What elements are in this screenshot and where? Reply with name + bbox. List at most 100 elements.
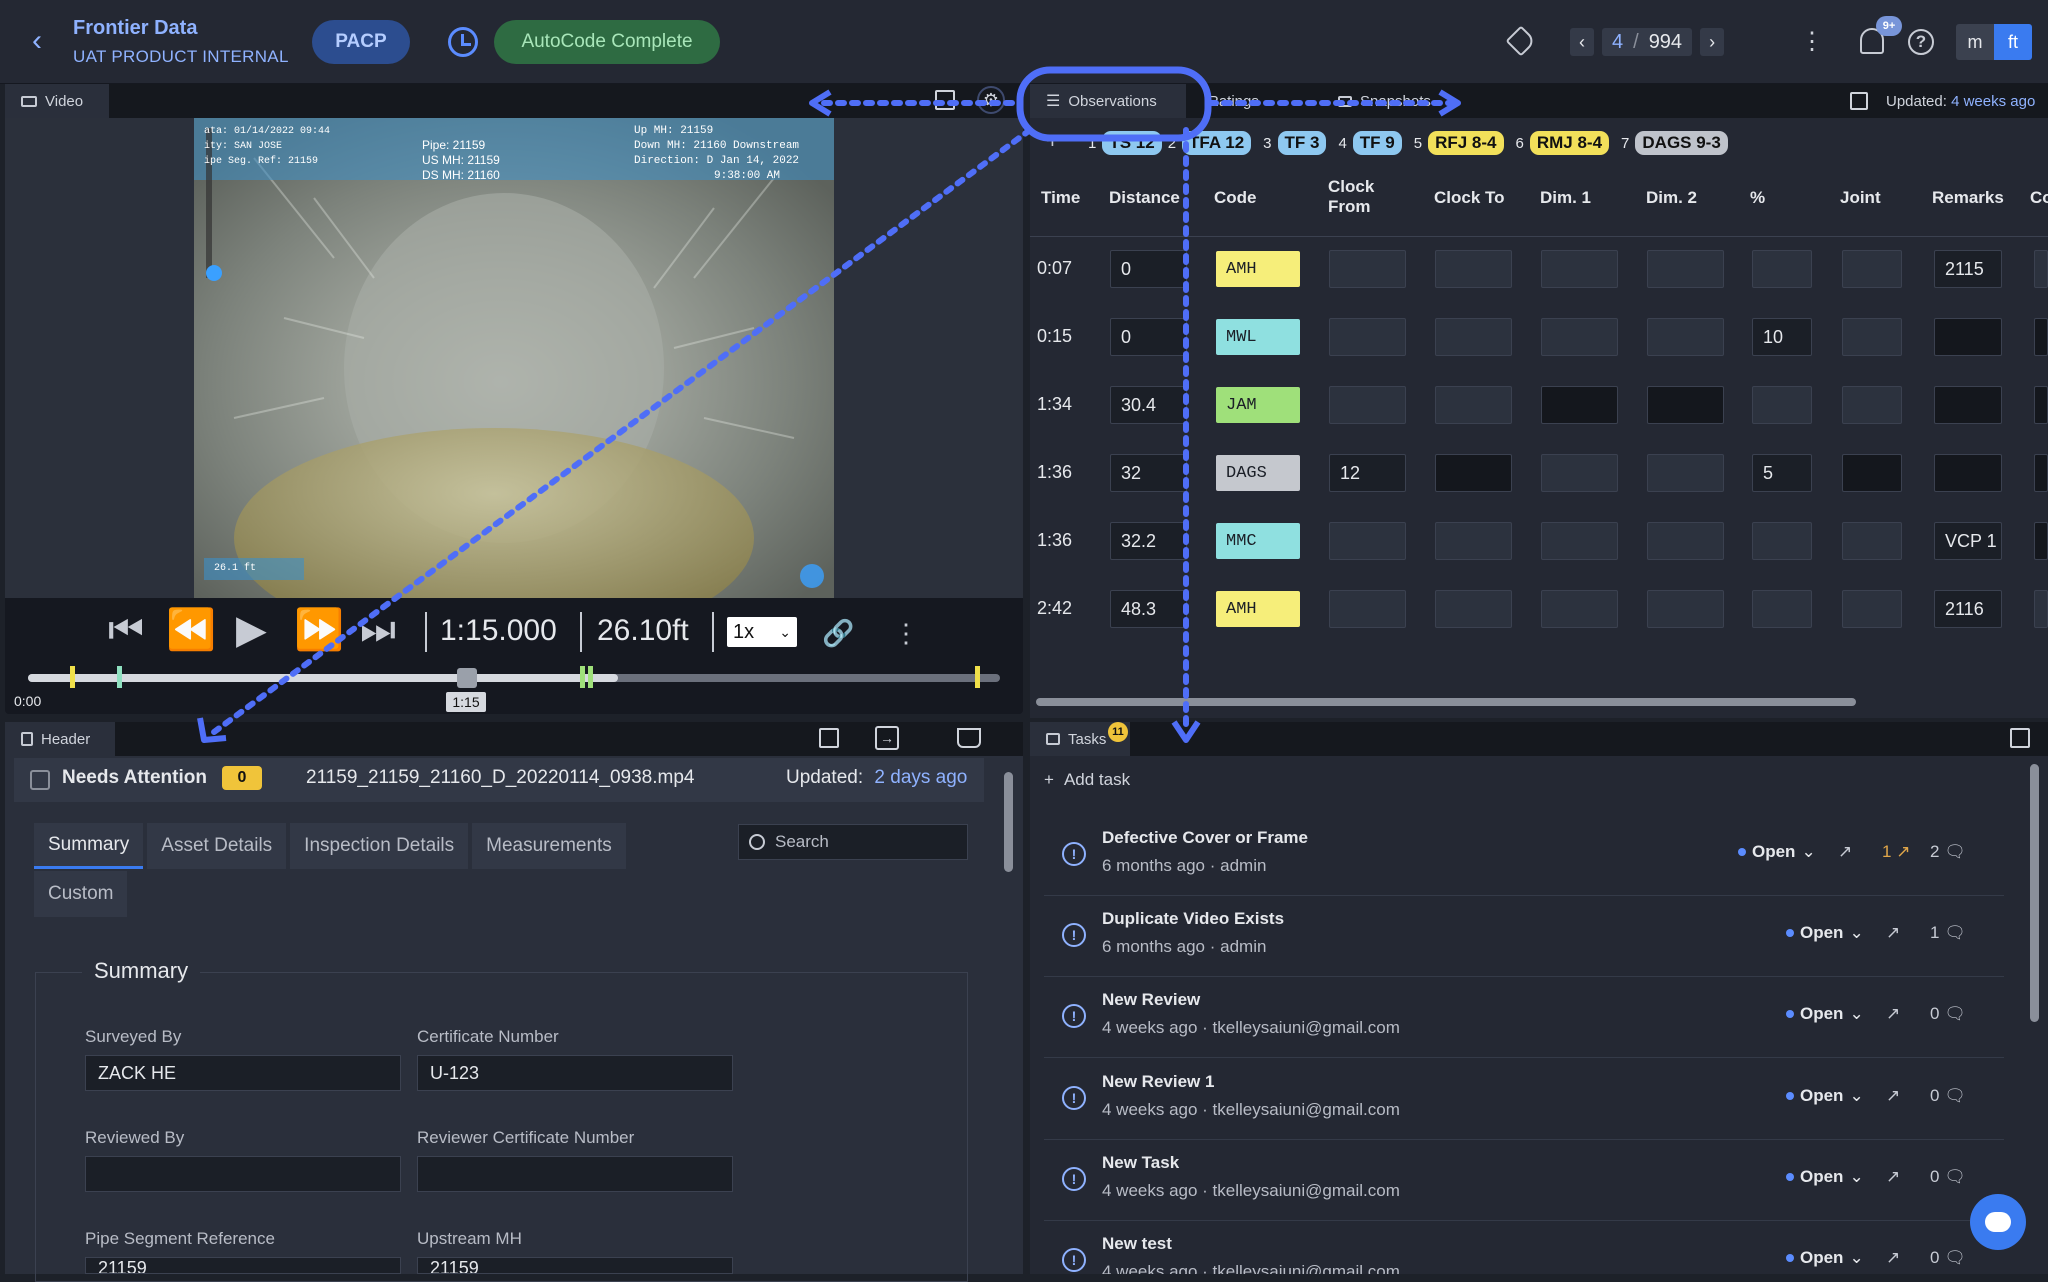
reviewer-certificate-field[interactable] — [417, 1156, 733, 1192]
clock-from-cell[interactable] — [1329, 522, 1406, 560]
task-status-dropdown[interactable]: Open ⌄ — [1786, 1004, 1864, 1024]
pipe-segment-field[interactable]: 21159 — [85, 1257, 401, 1274]
percent-cell[interactable] — [1752, 522, 1812, 560]
defect-badge[interactable]: TF 9 — [1352, 131, 1402, 155]
link-icon[interactable]: 🔗 — [822, 618, 854, 649]
help-icon[interactable]: ? — [1908, 29, 1934, 55]
certificate-number-field[interactable]: U-123 — [417, 1055, 733, 1091]
more-menu-icon[interactable]: ⋮ — [1800, 30, 1824, 54]
popout-icon[interactable] — [2010, 728, 2030, 748]
rewind-icon[interactable]: ⏪ — [166, 610, 216, 650]
clock-to-cell[interactable] — [1435, 454, 1512, 492]
comment-count[interactable]: 0 🗨 — [1930, 1248, 1966, 1268]
dim2-cell[interactable] — [1647, 522, 1724, 560]
extra-cell[interactable] — [2034, 386, 2048, 424]
dim2-cell[interactable] — [1647, 454, 1724, 492]
fast-forward-icon[interactable]: ⏩ — [294, 610, 344, 650]
column-header[interactable]: Co — [2030, 188, 2048, 208]
add-observation-icon[interactable]: + — [1046, 128, 1059, 154]
tab-summary[interactable]: Summary — [34, 823, 144, 869]
escalate-icon[interactable]: ↗ — [1886, 923, 1900, 943]
code-cell[interactable]: MWL — [1216, 319, 1300, 355]
video-frame[interactable]: ata: 01/14/2022 09:44 ity: SAN JOSE ipe … — [194, 118, 834, 598]
tab-ratings[interactable]: Ratings — [1192, 84, 1316, 118]
tab-asset-details[interactable]: Asset Details — [147, 823, 287, 869]
column-header[interactable]: Clock To — [1434, 188, 1505, 208]
remarks-cell[interactable] — [1934, 318, 2002, 356]
tab-header[interactable]: Header — [5, 722, 115, 756]
marker[interactable] — [70, 666, 75, 688]
defect-badge[interactable]: RMJ 8-4 — [1529, 131, 1610, 155]
extra-cell[interactable] — [2034, 590, 2048, 628]
unit-m-button[interactable]: m — [1956, 24, 1994, 60]
distance-cell[interactable]: 48.3 — [1110, 590, 1187, 628]
distance-cell[interactable]: 32 — [1110, 454, 1187, 492]
dim1-cell[interactable] — [1541, 590, 1618, 628]
clock-from-cell[interactable] — [1329, 250, 1406, 288]
dim2-cell[interactable] — [1647, 386, 1724, 424]
column-header[interactable]: Remarks — [1932, 188, 2004, 208]
tab-observations[interactable]: ☰ Observations — [1030, 84, 1186, 118]
task-status-dropdown[interactable]: Open ⌄ — [1738, 842, 1816, 862]
escalate-icon[interactable]: ↗ — [1838, 842, 1852, 862]
remarks-cell[interactable]: 2116 — [1934, 590, 2002, 628]
export-icon[interactable]: → — [875, 726, 899, 750]
distance-cell[interactable]: 30.4 — [1110, 386, 1187, 424]
column-header[interactable]: Joint — [1840, 188, 1881, 208]
dim1-cell[interactable] — [1541, 250, 1618, 288]
task-row[interactable]: ! New Review 4 weeks ago · tkelleysaiuni… — [1044, 978, 2004, 1058]
code-cell[interactable]: DAGS — [1216, 455, 1300, 491]
remarks-cell[interactable] — [1934, 454, 2002, 492]
needs-attention-checkbox[interactable] — [30, 770, 50, 790]
scrub-handle[interactable] — [457, 668, 477, 688]
upstream-mh-field[interactable]: 21159 — [417, 1257, 733, 1274]
extra-cell[interactable] — [2034, 318, 2048, 356]
joint-cell[interactable] — [1842, 250, 1902, 288]
dim1-cell[interactable] — [1541, 522, 1618, 560]
tab-video[interactable]: Video — [5, 84, 109, 118]
percent-cell[interactable]: 10 — [1752, 318, 1812, 356]
remarks-cell[interactable]: 2115 — [1934, 250, 2002, 288]
popout-icon[interactable] — [1850, 92, 1868, 110]
distance-cell[interactable]: 32.2 — [1110, 522, 1187, 560]
tasks-scrollbar[interactable] — [2030, 764, 2039, 1022]
extra-cell[interactable] — [2034, 250, 2048, 288]
clock-to-cell[interactable] — [1435, 590, 1512, 628]
code-cell[interactable]: AMH — [1216, 251, 1300, 287]
task-status-dropdown[interactable]: Open ⌄ — [1786, 1086, 1864, 1106]
dim2-cell[interactable] — [1647, 250, 1724, 288]
column-header[interactable]: Distance — [1109, 188, 1180, 208]
escalation-count[interactable]: 1 ↗ — [1882, 842, 1910, 862]
column-header[interactable]: Dim. 1 — [1540, 188, 1591, 208]
clock-from-cell[interactable] — [1329, 386, 1406, 424]
dim2-cell[interactable] — [1647, 590, 1724, 628]
remarks-cell[interactable] — [1934, 386, 2002, 424]
distance-cell[interactable]: 0 — [1110, 250, 1187, 288]
playback-speed-select[interactable]: 1x ⌄ — [727, 617, 797, 647]
page-current[interactable]: 4 — [1612, 31, 1623, 54]
escalate-icon[interactable]: ↗ — [1886, 1167, 1900, 1187]
previous-button[interactable]: ‹ — [1570, 28, 1594, 56]
comment-count[interactable]: 1 🗨 — [1930, 923, 1966, 943]
chat-support-button[interactable] — [1970, 1194, 2026, 1250]
escalate-icon[interactable]: ↗ — [1886, 1004, 1900, 1024]
cup-icon[interactable] — [957, 728, 981, 748]
task-row[interactable]: ! New Task 4 weeks ago · tkelleysaiuni@g… — [1044, 1141, 2004, 1221]
code-cell[interactable]: JAM — [1216, 387, 1300, 423]
comment-count[interactable]: 0 🗨 — [1930, 1167, 1966, 1187]
tab-snapshots[interactable]: Snapshots — [1322, 84, 1462, 118]
escalate-icon[interactable]: ↗ — [1886, 1086, 1900, 1106]
column-header[interactable]: Code — [1214, 188, 1257, 208]
clock-to-cell[interactable] — [1435, 522, 1512, 560]
task-row[interactable]: ! New test 4 weeks ago · tkelleysaiuni@g… — [1044, 1222, 2004, 1274]
tag-icon[interactable] — [1505, 25, 1537, 57]
comment-count[interactable]: 2 🗨 — [1930, 842, 1966, 862]
tab-measurements[interactable]: Measurements — [472, 823, 626, 869]
dim1-cell[interactable] — [1541, 318, 1618, 356]
task-status-dropdown[interactable]: Open ⌄ — [1786, 1167, 1864, 1187]
play-icon[interactable]: ▶ — [236, 610, 267, 650]
defect-badge[interactable]: TS 12 — [1102, 131, 1162, 155]
defect-badge[interactable]: RFJ 8-4 — [1428, 131, 1504, 155]
clock-to-cell[interactable] — [1435, 250, 1512, 288]
autocode-status-badge[interactable]: AutoCode Complete — [494, 20, 720, 64]
